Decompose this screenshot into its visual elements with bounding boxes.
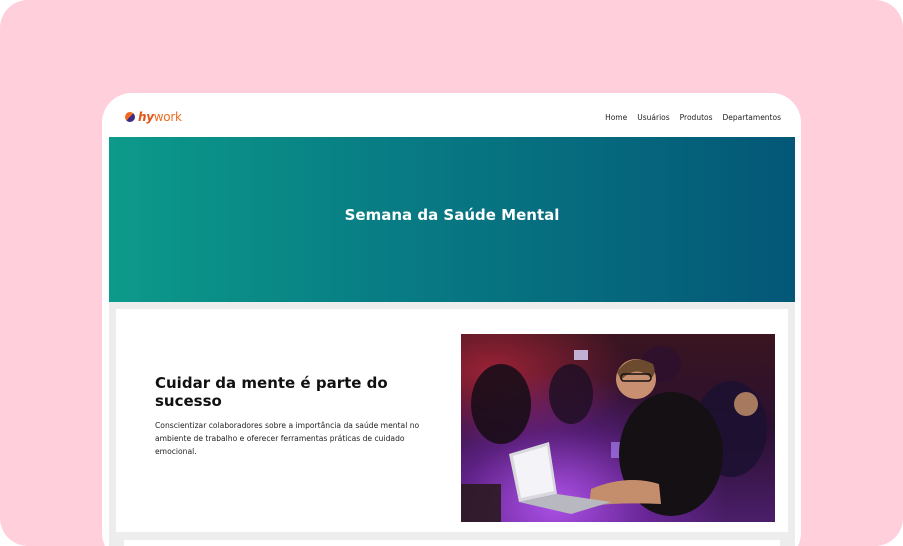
content-area: Cuidar da mente é parte do sucesso Consc… — [109, 302, 795, 546]
next-card — [124, 540, 780, 546]
logo-mark-icon — [125, 112, 135, 122]
logo-text-suffix: work — [153, 110, 182, 124]
main-nav: Home Usuários Produtos Departamentos — [605, 113, 781, 122]
nav-link-produtos[interactable]: Produtos — [680, 113, 713, 122]
nav-link-departamentos[interactable]: Departamentos — [723, 113, 781, 122]
brand-logo[interactable]: hywork — [125, 110, 182, 124]
nav-link-home[interactable]: Home — [605, 113, 627, 122]
logo-text-prefix: hy — [138, 110, 154, 124]
feature-card-title: Cuidar da mente é parte do sucesso — [155, 374, 388, 410]
feature-card-photo — [461, 334, 775, 522]
hero-title: Semana da Saúde Mental — [344, 206, 560, 225]
feature-card-text: Cuidar da mente é parte do sucesso Consc… — [155, 374, 435, 458]
device-frame: hywork Home Usuários Produtos Departamen… — [102, 93, 801, 546]
feature-card-description: Conscientizar colaboradores sobre a impo… — [155, 421, 420, 456]
feature-card: Cuidar da mente é parte do sucesso Consc… — [116, 309, 788, 532]
page-background: hywork Home Usuários Produtos Departamen… — [0, 0, 903, 546]
nav-link-usuarios[interactable]: Usuários — [637, 113, 669, 122]
top-navbar: hywork Home Usuários Produtos Departamen… — [102, 93, 801, 137]
hero-banner: Semana da Saúde Mental — [109, 137, 795, 302]
